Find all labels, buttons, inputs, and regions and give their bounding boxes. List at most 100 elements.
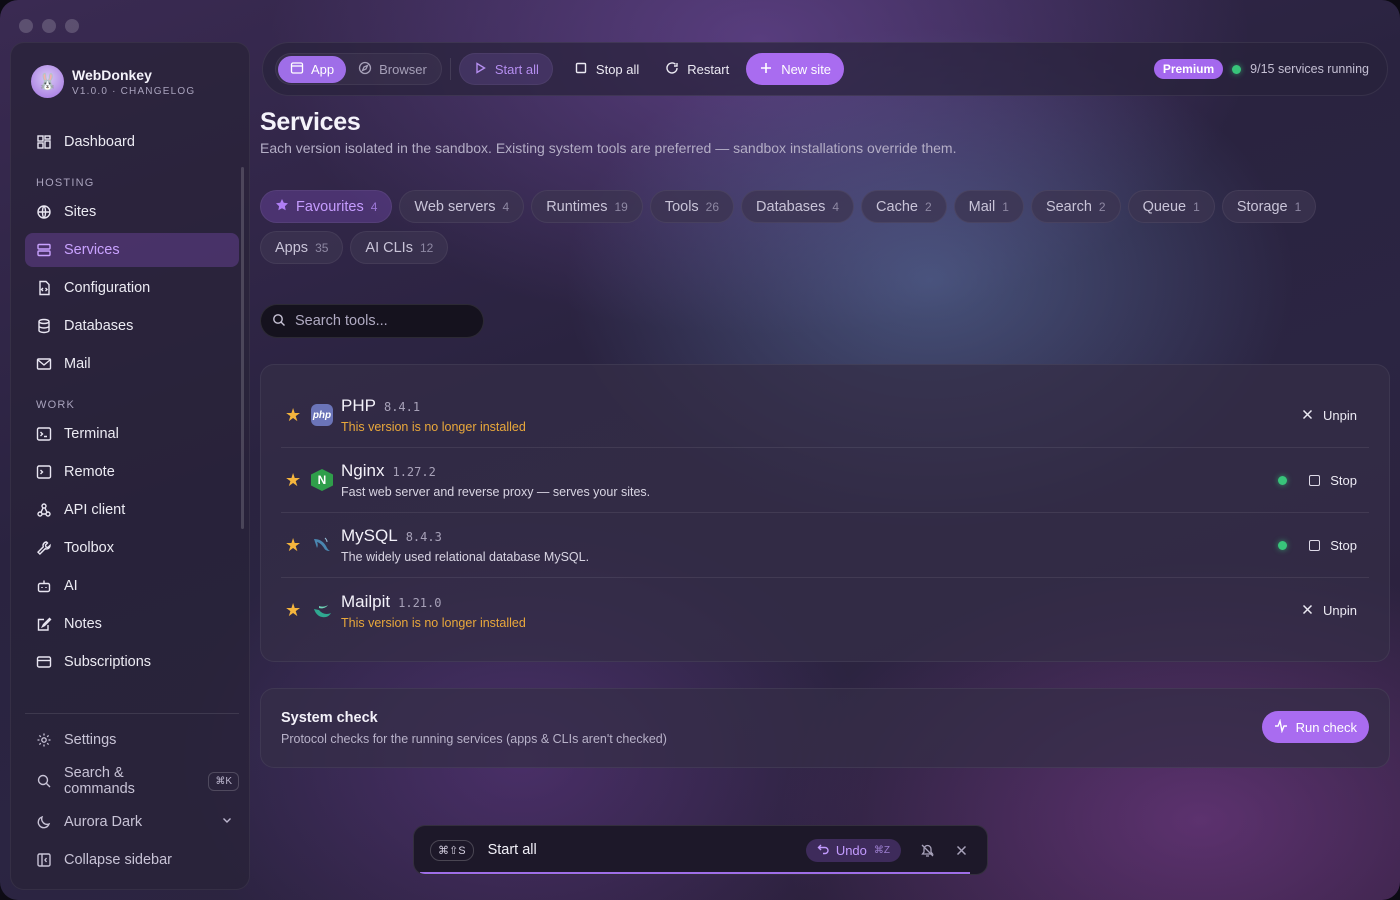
service-row-nginx: ★ N Nginx 1.27.2 Fast web server and reve…: [281, 448, 1369, 513]
app-view-button[interactable]: App: [278, 55, 347, 83]
sidebar-item-remote[interactable]: Remote: [25, 455, 239, 489]
sidebar-item-subscriptions[interactable]: Subscriptions: [25, 645, 239, 679]
filter-chip-ai-clis[interactable]: AI CLIs 12: [350, 231, 449, 264]
sidebar-item-services[interactable]: Services: [25, 233, 239, 267]
search-tools-input[interactable]: [295, 313, 465, 329]
app-window: 🐰 WebDonkey V1.0.0 · CHANGELOG Dashboard…: [0, 0, 1400, 900]
new-site-label: New site: [781, 61, 832, 77]
sidebar-item-databases[interactable]: Databases: [25, 309, 239, 343]
filter-chip-search[interactable]: Search 2: [1030, 190, 1121, 223]
chip-label: Search: [1045, 198, 1092, 215]
run-check-button[interactable]: Run check: [1261, 711, 1369, 743]
stop-all-label: Stop all: [595, 61, 640, 77]
unpin-button[interactable]: Unpin: [1302, 408, 1357, 423]
restart-button[interactable]: Restart: [652, 53, 742, 85]
favourite-star-icon[interactable]: ★: [285, 470, 311, 491]
sidebar-item-ai[interactable]: AI: [25, 569, 239, 603]
server-icon: [36, 242, 52, 258]
app-version-changelog[interactable]: V1.0.0 · CHANGELOG: [72, 86, 195, 97]
sidebar-item-search-commands[interactable]: Search & commands ⌘K: [25, 764, 239, 798]
sidebar-item-label: Toolbox: [64, 540, 114, 556]
chip-label: Databases: [756, 198, 826, 215]
close-window-button[interactable]: [19, 19, 33, 33]
service-version: 8.4.3: [405, 530, 442, 544]
browser-view-label: Browser: [379, 61, 427, 77]
sidebar-item-sites[interactable]: Sites: [25, 195, 239, 229]
sidebar-item-label: Sites: [64, 204, 97, 220]
chip-count: 12: [419, 240, 434, 255]
sidebar-scrollbar[interactable]: [241, 167, 244, 529]
collapse-label: Collapse sidebar: [64, 852, 173, 868]
restart-label: Restart: [687, 61, 730, 77]
unpin-button[interactable]: Unpin: [1302, 603, 1357, 618]
maximize-window-button[interactable]: [65, 19, 79, 33]
service-name: Mailpit: [341, 591, 391, 611]
sidebar-item-notes[interactable]: Notes: [25, 607, 239, 641]
filter-chip-databases[interactable]: Databases 4: [741, 190, 855, 223]
system-check-panel: System check Protocol checks for the run…: [260, 688, 1390, 768]
play-icon: [473, 61, 487, 78]
search-tools-field[interactable]: [260, 304, 484, 338]
star-icon: [275, 198, 289, 216]
chip-count: 4: [370, 199, 378, 214]
card-icon: [36, 654, 52, 670]
sidebar-item-label: Settings: [64, 732, 117, 748]
php-icon: php: [311, 404, 333, 426]
sidebar-item-mail[interactable]: Mail: [25, 347, 239, 381]
chevron-down-icon: [221, 814, 233, 830]
filter-chip-cache[interactable]: Cache 2: [861, 190, 947, 223]
theme-selector[interactable]: Aurora Dark: [25, 805, 239, 839]
start-all-button[interactable]: Start all: [458, 53, 553, 85]
sidebar-item-dashboard[interactable]: Dashboard: [25, 125, 239, 159]
theme-label: Aurora Dark: [64, 814, 143, 830]
filter-chip-apps[interactable]: Apps 35: [260, 231, 344, 264]
filter-chip-mail[interactable]: Mail 1: [953, 190, 1024, 223]
filter-chip-queue[interactable]: Queue 1: [1127, 190, 1215, 223]
mute-notifications-icon[interactable]: [919, 843, 935, 858]
filter-chip-storage[interactable]: Storage 1: [1221, 190, 1317, 223]
undo-button[interactable]: Undo ⌘Z: [805, 838, 901, 862]
premium-badge[interactable]: Premium: [1153, 59, 1224, 79]
sidebar-item-settings[interactable]: Settings: [25, 723, 239, 757]
chip-count: 1: [1193, 199, 1200, 214]
favourite-star-icon[interactable]: ★: [285, 535, 311, 556]
collapse-sidebar-button[interactable]: Collapse sidebar: [25, 843, 239, 877]
chip-label: Queue: [1142, 198, 1187, 215]
unpin-label: Unpin: [1323, 603, 1357, 618]
sidebar-item-terminal[interactable]: Terminal: [25, 417, 239, 451]
category-filters: Favourites 4 Web servers 4 Runtimes 19 Too…: [260, 190, 1390, 264]
running-status-dot: [1278, 475, 1288, 485]
chip-label: Web servers: [414, 198, 496, 215]
mysql-dolphin-icon: [311, 534, 333, 556]
sidebar-item-configuration[interactable]: Configuration: [25, 271, 239, 305]
stop-service-button[interactable]: Stop: [1309, 538, 1357, 553]
app-brand[interactable]: 🐰 WebDonkey V1.0.0 · CHANGELOG: [31, 65, 195, 98]
sidebar-item-toolbox[interactable]: Toolbox: [25, 531, 239, 565]
stop-all-button[interactable]: Stop all: [561, 53, 652, 85]
action-toast: ⌘⇧S Start all Undo ⌘Z: [413, 825, 988, 875]
close-toast-icon[interactable]: [953, 845, 969, 856]
config-file-icon: [36, 280, 52, 296]
favourite-star-icon[interactable]: ★: [285, 600, 311, 621]
filter-chip-tools[interactable]: Tools 26: [649, 190, 735, 223]
service-row-mailpit: ★ Mailpit 1.21.0 This version is no longe…: [281, 578, 1369, 643]
favourite-star-icon[interactable]: ★: [285, 405, 311, 426]
filter-chip-web-servers[interactable]: Web servers 4: [399, 190, 525, 223]
page-title: Services: [260, 108, 361, 136]
service-version: 1.27.2: [392, 465, 436, 479]
new-site-button[interactable]: New site: [746, 53, 845, 85]
sidebar-item-label: Search & commands: [64, 765, 135, 797]
filter-chip-runtimes[interactable]: Runtimes 19: [531, 190, 643, 223]
notes-icon: [36, 616, 52, 632]
browser-view-button[interactable]: Browser: [346, 56, 439, 83]
filter-chip-favourites[interactable]: Favourites 4: [260, 190, 393, 223]
status-area: Premium 9/15 services running: [1153, 59, 1369, 79]
sidebar-item-api-client[interactable]: API client: [25, 493, 239, 527]
close-icon: [1302, 408, 1313, 423]
system-check-subtitle: Protocol checks for the running services…: [281, 732, 667, 746]
chip-label: Tools: [664, 198, 699, 215]
minimize-window-button[interactable]: [42, 19, 56, 33]
shortcut-badge: ⌘K: [208, 771, 239, 791]
chip-label: Favourites: [296, 198, 364, 215]
stop-service-button[interactable]: Stop: [1309, 473, 1357, 488]
